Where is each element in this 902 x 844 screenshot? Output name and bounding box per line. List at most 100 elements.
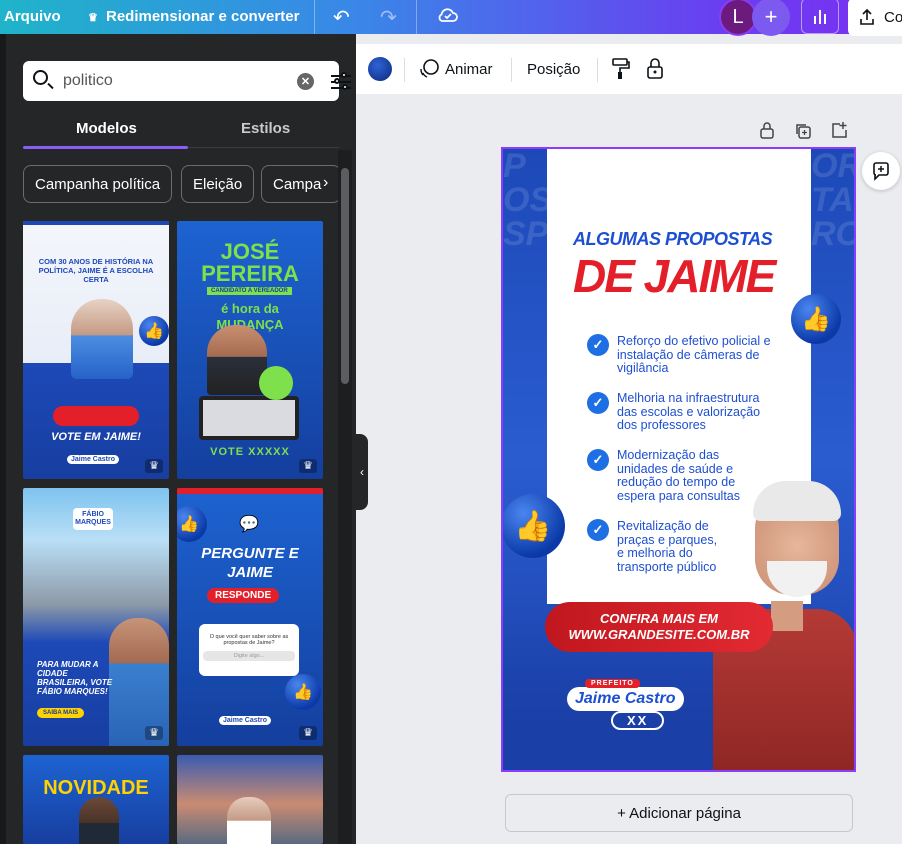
thumbs-up-icon: 👍 <box>177 506 207 542</box>
poster-title-big[interactable]: DE JAIME <box>573 249 776 303</box>
checkmark-icon: ✓ <box>587 392 609 414</box>
collapse-panel-button[interactable]: ‹ <box>356 434 368 510</box>
chat-bubble-icon: 💬 <box>239 516 259 533</box>
question-box: O que você quer saber sobre as propostas… <box>199 624 299 676</box>
poster-title-small[interactable]: ALGUMAS PROPOSTAS <box>573 229 773 250</box>
active-tab-indicator <box>23 146 188 149</box>
bar-chart-icon <box>824 14 826 24</box>
tab-estilos[interactable]: Estilos <box>241 120 290 137</box>
divider <box>404 58 405 82</box>
insights-button[interactable] <box>801 0 839 34</box>
side-rail <box>0 34 6 844</box>
template-subtitle: RESPONDE <box>207 588 280 603</box>
resize-button[interactable]: Redimensionar e converter <box>106 8 299 25</box>
template-input: Digite algo... <box>203 651 295 661</box>
cloud-saved-icon[interactable] <box>436 3 460 33</box>
thumbs-up-icon: 👍 <box>791 294 841 344</box>
share-button[interactable]: Co <box>848 0 902 36</box>
chip-campanha-politica[interactable]: Campanha política <box>23 165 173 203</box>
proposal-item[interactable]: Reforço do efetivo policial e instalação… <box>617 334 777 376</box>
cta-line-1: CONFIRA MAIS EM <box>600 611 718 626</box>
template-headline: PERGUNTE E JAIME <box>201 545 299 581</box>
file-menu[interactable]: Arquivo <box>4 8 61 25</box>
divider <box>597 58 598 82</box>
chip-eleicao[interactable]: Eleição <box>181 165 255 203</box>
candidate-photo <box>207 325 267 395</box>
add-page-button[interactable]: + Adicionar página <box>505 794 853 832</box>
template-name: Jaime Castro <box>219 716 271 725</box>
lock-icon[interactable] <box>645 57 665 81</box>
template-subtitle: CANDIDATO A VEREADOR <box>207 287 292 295</box>
candidate-role-badge[interactable]: PREFEITO <box>585 679 640 688</box>
poster-cta-button[interactable]: CONFIRA MAIS EM WWW.GRANDESITE.COM.BR <box>545 602 773 652</box>
template-cta: VOTE XXXXX <box>210 446 290 458</box>
panel-scrollbar[interactable] <box>338 150 352 844</box>
thumbs-up-icon: 👍 <box>139 316 169 346</box>
template-cta: VOTE EM JAIME! <box>51 431 141 443</box>
cta-line-2: WWW.GRANDESITE.COM.BR <box>568 627 750 642</box>
checkmark-icon: ✓ <box>587 519 609 541</box>
template-card[interactable]: JOSÉ PEREIRA CANDIDATO A VEREADOR é hora… <box>177 221 323 479</box>
template-card[interactable]: COM 30 ANOS DE HISTÓRIA NA POLÍTICA, JAI… <box>23 221 169 479</box>
comment-plus-icon <box>873 162 889 181</box>
template-headline: FÁBIO MARQUES <box>73 508 113 530</box>
animate-button[interactable]: Animar <box>445 61 493 78</box>
template-cta: SAIBA MAIS <box>37 708 85 718</box>
filter-icon[interactable] <box>331 72 351 90</box>
design-canvas[interactable]: POSSP ORTARO ALGUMAS PROPOSTAS DE JAIME … <box>501 147 856 772</box>
filter-chips: Campanha política Eleição Campa › <box>23 165 339 205</box>
checkmark-icon: ✓ <box>587 334 609 356</box>
animate-icon <box>420 59 439 78</box>
premium-crown-icon: ♛ <box>145 459 163 473</box>
search-bar[interactable]: politico ✕ <box>23 61 351 101</box>
chip-label: Campa <box>273 175 322 193</box>
position-button[interactable]: Posição <box>527 61 580 78</box>
premium-crown-icon: ♛ <box>299 459 317 473</box>
add-page-icon[interactable] <box>830 121 848 139</box>
chevron-right-icon[interactable]: › <box>323 174 328 192</box>
candidate-photo <box>79 797 119 844</box>
candidate-photo <box>227 797 271 844</box>
ballot-box <box>199 396 299 440</box>
color-picker[interactable] <box>368 57 392 81</box>
candidate-name[interactable]: Jaime Castro <box>567 687 684 711</box>
panel-tabs: Modelos Estilos <box>23 117 339 149</box>
divider <box>511 58 512 82</box>
crown-icon: ♛ <box>88 12 98 24</box>
thumbs-up-icon: 👍 <box>503 494 565 558</box>
template-card[interactable]: 👍 💬 PERGUNTE E JAIME RESPONDE O que você… <box>177 488 323 746</box>
search-icon <box>33 70 48 85</box>
lock-page-icon[interactable] <box>759 121 775 139</box>
template-text: PARA MUDAR A CIDADE BRASILEIRA, VOTE FÁB… <box>37 660 113 696</box>
divider <box>416 0 417 34</box>
proposal-item[interactable]: Revitalização de praças e parques, e mel… <box>617 519 727 574</box>
template-name: Jaime Castro <box>67 455 119 464</box>
checkmark-icon: ✓ <box>587 449 609 471</box>
candidate-avatar <box>259 366 293 400</box>
undo-icon[interactable]: ↶ <box>333 5 350 30</box>
clear-search-icon[interactable]: ✕ <box>297 73 314 90</box>
top-bar: Arquivo ♛ Redimensionar e converter ↶ ↷ … <box>0 0 902 36</box>
tab-modelos[interactable]: Modelos <box>76 120 137 137</box>
scrollbar-thumb[interactable] <box>341 168 349 384</box>
redo-icon[interactable]: ↷ <box>380 5 397 30</box>
add-comment-button[interactable] <box>862 152 900 190</box>
proposal-item[interactable]: Melhoria na infraestrutura das escolas e… <box>617 391 767 433</box>
invite-button[interactable]: + <box>752 0 790 36</box>
template-card[interactable]: FÁBIO MARQUES PARA MUDAR A CIDADE BRASIL… <box>23 488 169 746</box>
search-input[interactable]: politico <box>63 72 113 90</box>
context-toolbar: Animar Posição <box>356 44 902 94</box>
template-card[interactable] <box>177 755 323 844</box>
template-card[interactable]: NOVIDADE <box>23 755 169 844</box>
paint-roller-icon[interactable] <box>611 57 631 81</box>
bar-chart-icon <box>819 10 821 24</box>
bar-chart-icon <box>814 16 816 24</box>
duplicate-page-icon[interactable] <box>794 122 812 140</box>
template-headline: JOSÉ PEREIRA <box>201 239 299 286</box>
share-icon <box>860 8 874 25</box>
candidate-photo <box>71 299 133 379</box>
background-text: ORTARO <box>811 149 854 253</box>
background-text: POSSP <box>503 149 547 253</box>
premium-crown-icon: ♛ <box>299 726 317 740</box>
candidate-number[interactable]: XX <box>611 711 665 730</box>
